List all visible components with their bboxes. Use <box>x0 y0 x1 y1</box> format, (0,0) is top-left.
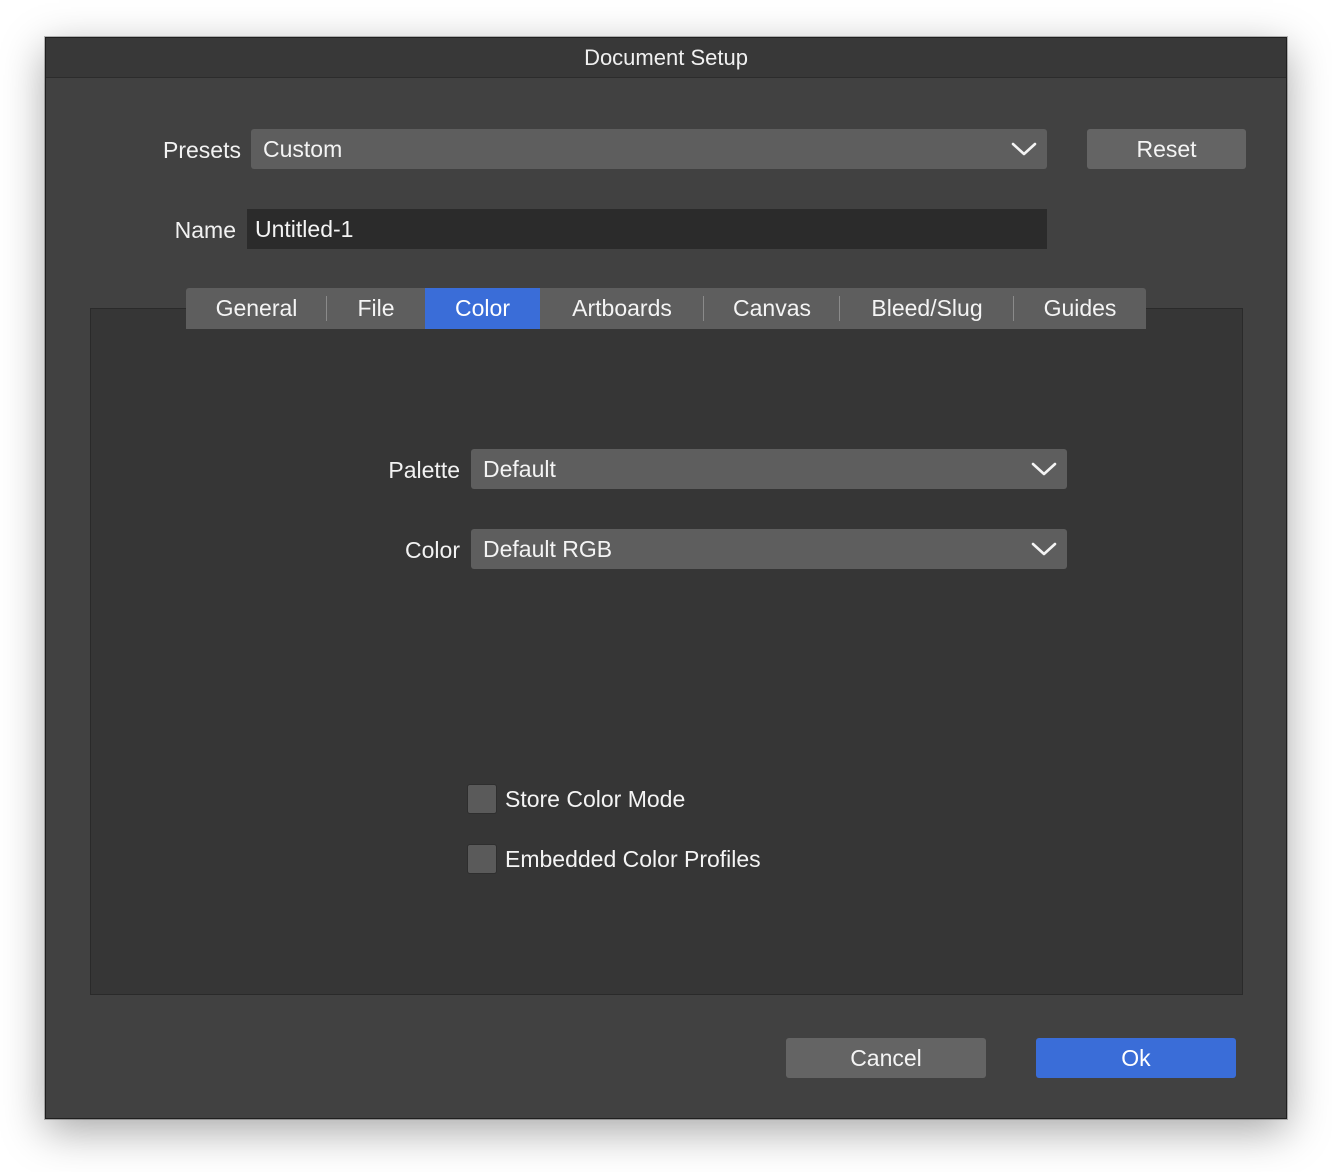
embedded-color-profiles-label: Embedded Color Profiles <box>505 846 761 872</box>
embedded-color-profiles-option[interactable]: Embedded Color Profiles <box>467 843 761 875</box>
cancel-button[interactable]: Cancel <box>786 1038 986 1078</box>
tab-file-label: File <box>357 295 395 321</box>
presets-label: Presets <box>163 137 241 163</box>
name-field[interactable]: Untitled-1 <box>247 209 1047 249</box>
tab-canvas[interactable]: Canvas <box>704 288 840 329</box>
tab-canvas-label: Canvas <box>733 295 811 321</box>
presets-value: Custom <box>263 136 343 162</box>
tab-content-panel: Palette Default Color Default RGB Store … <box>90 308 1243 995</box>
tab-bar: General File Color Artboards Canvas Blee… <box>186 288 1146 329</box>
palette-value: Default <box>483 456 556 482</box>
document-setup-dialog: Document Setup Presets Custom Reset Name… <box>45 37 1287 1119</box>
tab-color[interactable]: Color <box>425 288 540 329</box>
chevron-down-icon <box>1031 542 1057 556</box>
store-color-mode-label: Store Color Mode <box>505 786 686 812</box>
color-label: Color <box>405 537 460 563</box>
reset-button[interactable]: Reset <box>1087 129 1246 169</box>
tab-guides-label: Guides <box>1043 295 1117 321</box>
presets-dropdown[interactable]: Custom <box>251 129 1047 169</box>
chevron-down-icon <box>1011 142 1037 156</box>
tab-file[interactable]: File <box>327 288 425 329</box>
tab-artboards-label: Artboards <box>572 295 672 321</box>
store-color-mode-option[interactable]: Store Color Mode <box>467 783 685 815</box>
palette-label: Palette <box>388 457 460 483</box>
tab-general-label: General <box>215 295 298 321</box>
tab-artboards[interactable]: Artboards <box>540 288 704 329</box>
embedded-color-profiles-checkbox[interactable] <box>467 844 497 874</box>
dialog-title: Document Setup <box>46 38 1286 78</box>
tab-guides[interactable]: Guides <box>1014 288 1146 329</box>
tab-general[interactable]: General <box>186 288 327 329</box>
tab-bleed-slug-label: Bleed/Slug <box>871 295 983 321</box>
store-color-mode-checkbox[interactable] <box>467 784 497 814</box>
color-dropdown[interactable]: Default RGB <box>471 529 1067 569</box>
color-value: Default RGB <box>483 536 613 562</box>
palette-dropdown[interactable]: Default <box>471 449 1067 489</box>
chevron-down-icon <box>1031 462 1057 476</box>
tab-bleed-slug[interactable]: Bleed/Slug <box>840 288 1014 329</box>
tab-color-label: Color <box>455 295 510 321</box>
ok-button[interactable]: Ok <box>1036 1038 1236 1078</box>
name-label: Name <box>174 217 236 243</box>
